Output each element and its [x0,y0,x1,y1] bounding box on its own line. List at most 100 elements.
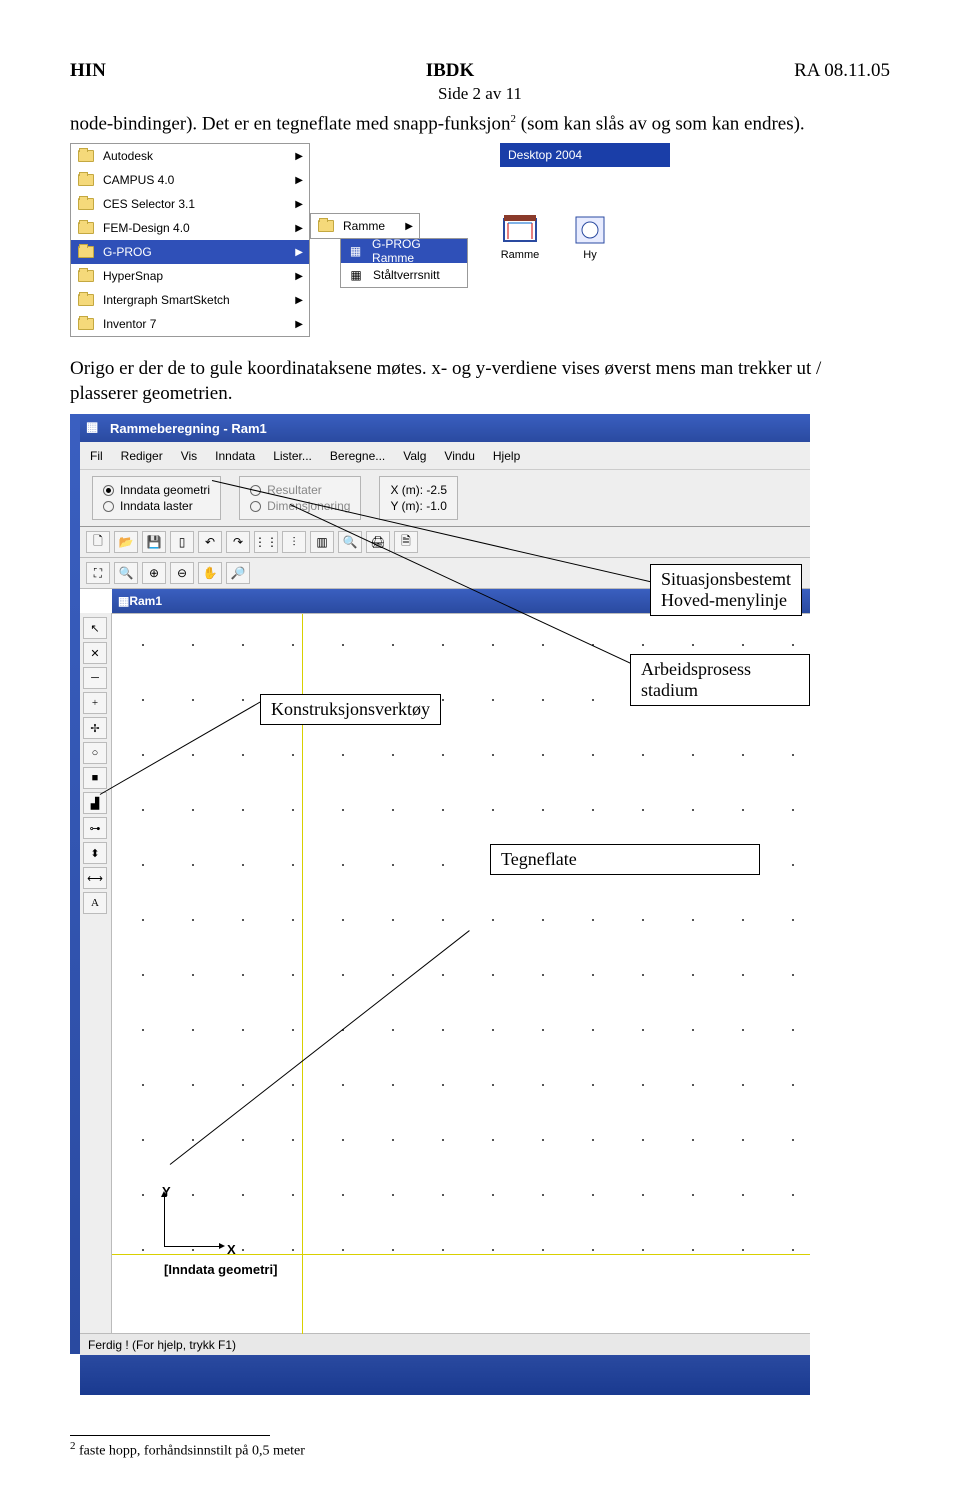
open-icon[interactable]: 📂 [114,531,138,553]
desktop-icon-hy[interactable]: Hy [570,213,610,261]
coord-box: X (m): -2.5 Y (m): -1.0 [379,476,458,520]
menu-item-hypersnap[interactable]: HyperSnap▶ [71,264,309,288]
options-row: Inndata geometri Inndata laster Resultat… [80,470,810,527]
desktop-icon-ramme[interactable]: Ramme [500,213,540,261]
undo-icon[interactable]: ↶ [198,531,222,553]
app-window: ▦ Rammeberegning - Ram1 Fil Rediger Vis … [80,414,810,1395]
axis-x-label: X [227,1242,236,1257]
footnote: 2 faste hopp, forhåndsinnstilt på 0,5 me… [70,1440,890,1460]
pan-icon[interactable]: ✋ [198,562,222,584]
cross-icon[interactable]: ✕ [83,642,107,664]
menu-item-gprog[interactable]: G-PROG▶ [71,240,309,264]
side-toolbar: ↖ ✕ ─ + ✢ ○ ■ ▟ ⊶ ⬍ ⟷ A [80,613,112,1333]
app-icon: ▦ [347,242,364,260]
hinge-icon[interactable]: ⊶ [83,817,107,839]
drawing-canvas[interactable]: Y X [Inndata geometri] [112,613,810,1333]
statusbar: Ferdig ! (For hjelp, trykk F1) [80,1333,810,1355]
preview-icon[interactable]: 🗎 [394,531,418,553]
coord-y: Y (m): -1.0 [390,499,447,513]
line-icon[interactable]: ─ [83,667,107,689]
chevron-right-icon: ▶ [295,223,303,234]
move-icon[interactable]: ✢ [83,717,107,739]
radio-inndata-geometri[interactable]: Inndata geometri [103,483,210,497]
menu-item-inventor[interactable]: Inventor 7▶ [71,312,309,336]
load-icon[interactable]: ⬍ [83,842,107,864]
plus-icon[interactable]: + [83,692,107,714]
bottom-taskbar-strip [80,1355,810,1395]
menu-valg[interactable]: Valg [403,449,426,463]
startmenu-column-3: ▦G-PROG Ramme ▦Ståltverrsnitt [340,238,468,288]
startmenu-screenshot: Autodesk▶ CAMPUS 4.0▶ CES Selector 3.1▶ … [70,143,890,343]
radio-icon [103,501,114,512]
menu-lister[interactable]: Lister... [273,449,312,463]
grid-icon[interactable]: ⋮⋮ [254,531,278,553]
chevron-right-icon: ▶ [405,221,413,232]
zoom-out-icon[interactable]: ⊖ [170,562,194,584]
radio-group-2: Resultater Dimensjonering [239,476,361,520]
radio-icon [250,501,261,512]
doc-header: HIN IBDK RA 08.11.05 [70,60,890,82]
chevron-right-icon: ▶ [295,175,303,186]
snap-icon[interactable]: ⫶ [282,531,306,553]
coord-x: X (m): -2.5 [390,483,447,497]
callout-tegneflate: Tegneflate [490,844,760,875]
zoom-in-icon[interactable]: ⊕ [142,562,166,584]
zoom-window-icon[interactable]: 🔍 [114,562,138,584]
radio-resultater[interactable]: Resultater [250,483,350,497]
startmenu-column-2: Ramme▶ [310,213,420,239]
doc-icon: ▦ [118,594,129,608]
folder-icon [77,291,95,309]
ramme-icon [500,213,540,247]
menu-item-autodesk[interactable]: Autodesk▶ [71,144,309,168]
support-icon[interactable]: ▟ [83,792,107,814]
axis-x-arrow [164,1246,220,1247]
startmenu-column-1: Autodesk▶ CAMPUS 4.0▶ CES Selector 3.1▶ … [70,143,310,337]
app-icon: ▦ [86,419,104,437]
circle-icon[interactable]: ○ [83,742,107,764]
folder-icon [77,195,95,213]
panel-icon[interactable]: ▯ [170,531,194,553]
menu-item-ramme-folder[interactable]: Ramme▶ [311,214,419,238]
menu-item-campus[interactable]: CAMPUS 4.0▶ [71,168,309,192]
menu-item-staltverrsnitt[interactable]: ▦Ståltverrsnitt [341,263,467,287]
menu-vis[interactable]: Vis [181,449,197,463]
fit-icon[interactable]: ⛶ [86,562,110,584]
zoom-extents-icon[interactable]: 🔍 [338,531,362,553]
titlebar: ▦ Rammeberegning - Ram1 [80,414,810,442]
menu-item-femdesign[interactable]: FEM-Design 4.0▶ [71,216,309,240]
redo-icon[interactable]: ↷ [226,531,250,553]
desktop-icons: Ramme Hy [500,213,610,261]
chevron-right-icon: ▶ [295,271,303,282]
app-window-screenshot: ▦ Rammeberegning - Ram1 Fil Rediger Vis … [70,414,810,1395]
square-icon[interactable]: ■ [83,767,107,789]
menu-rediger[interactable]: Rediger [121,449,163,463]
paragraph-1: node-bindinger). Det er en tegneflate me… [70,112,890,137]
menu-fil[interactable]: Fil [90,449,103,463]
menu-item-ces[interactable]: CES Selector 3.1▶ [71,192,309,216]
menu-hjelp[interactable]: Hjelp [493,449,520,463]
axis-y-label: Y [162,1184,171,1199]
radio-inndata-laster[interactable]: Inndata laster [103,499,210,513]
hy-icon [570,213,610,247]
save-icon[interactable]: 💾 [142,531,166,553]
folder-icon [77,147,95,165]
select-icon[interactable]: ↖ [83,617,107,639]
callout-konstruksjonsverktoy: Konstruksjonsverktøy [260,694,441,725]
menu-beregne[interactable]: Beregne... [330,449,385,463]
para1-b: (som kan slås av og som kan endres). [516,113,805,134]
axis-y-arrow [164,1196,165,1246]
zoom-realtime-icon[interactable]: 🔎 [226,562,250,584]
dim-icon[interactable]: ⟷ [83,867,107,889]
text-icon[interactable]: A [83,892,107,914]
folder-icon [77,219,95,237]
chevron-right-icon: ▶ [295,151,303,162]
menu-item-gprog-ramme[interactable]: ▦G-PROG Ramme [341,239,467,263]
columns-icon[interactable]: ▥ [310,531,334,553]
new-icon[interactable]: 🗋 [86,531,110,553]
menu-inndata[interactable]: Inndata [215,449,255,463]
menu-vindu[interactable]: Vindu [444,449,474,463]
menu-item-intergraph[interactable]: Intergraph SmartSketch▶ [71,288,309,312]
chevron-right-icon: ▶ [295,319,303,330]
header-left: HIN [70,60,106,82]
folder-icon [77,315,95,333]
